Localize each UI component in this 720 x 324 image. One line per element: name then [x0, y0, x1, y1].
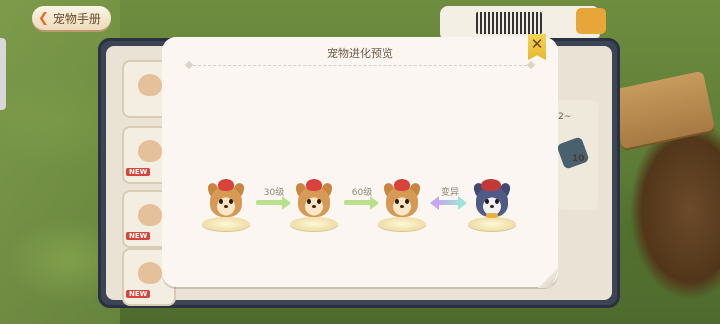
divider-dot — [184, 60, 194, 70]
back-arrow-icon: ❮ — [38, 10, 49, 26]
pet-thumbnail — [138, 204, 162, 226]
pet-eye — [395, 199, 399, 204]
pet-eye — [495, 199, 499, 204]
close-icon: ✕ — [530, 35, 544, 53]
pedestal — [378, 217, 426, 231]
pet-tuft — [481, 179, 501, 191]
pet-thumbnail — [138, 74, 162, 96]
pedestal — [290, 217, 338, 231]
evolution-stage-1[interactable] — [198, 173, 254, 231]
pet-thumbnail — [138, 262, 162, 284]
detail-panel-text: 2~ — [558, 112, 572, 122]
shiba-pet-icon — [210, 187, 242, 217]
evolution-stage-mutation[interactable] — [464, 173, 520, 231]
pet-tuft — [394, 179, 410, 191]
pet-nose — [490, 205, 494, 208]
back-button-label: 宠物手册 — [52, 11, 101, 26]
left-edge-tab[interactable] — [0, 38, 6, 110]
arrow-shaft — [344, 200, 372, 205]
title-divider — [188, 65, 532, 66]
pet-tuft — [306, 179, 322, 191]
pet-nose — [224, 205, 228, 208]
arrow-shaft — [438, 200, 460, 205]
shiba-pet-icon — [386, 187, 418, 217]
pet-nose — [400, 205, 404, 208]
item-count: 10 — [572, 154, 585, 164]
modal-title: 宠物进化预览 — [327, 47, 393, 60]
new-badge: NEW — [126, 290, 151, 298]
new-badge: NEW — [126, 232, 151, 240]
pet-eye — [405, 199, 409, 204]
new-badge: NEW — [126, 168, 151, 176]
pedestal — [468, 217, 516, 231]
pet-nose — [312, 205, 316, 208]
shiba-pet-icon — [298, 187, 330, 217]
back-button[interactable]: ❮ 宠物手册 — [32, 6, 111, 30]
divider-dot — [526, 60, 536, 70]
pet-eye — [317, 199, 321, 204]
evolution-stage-3[interactable] — [374, 173, 430, 231]
barcode-decoration — [476, 12, 542, 34]
arrow-shaft — [256, 200, 284, 205]
evolution-preview-modal: 宠物进化预览 30级 60级 变异 — [162, 37, 558, 287]
pet-eye — [485, 199, 489, 204]
collar-bell — [486, 213, 498, 218]
menu-icon[interactable] — [576, 8, 606, 34]
pedestal — [202, 217, 250, 231]
pet-thumbnail — [138, 140, 162, 162]
evolution-stage-2[interactable] — [286, 173, 342, 231]
pet-eye — [219, 199, 223, 204]
pet-eye — [307, 199, 311, 204]
pet-eye — [229, 199, 233, 204]
pet-tuft — [218, 179, 234, 191]
